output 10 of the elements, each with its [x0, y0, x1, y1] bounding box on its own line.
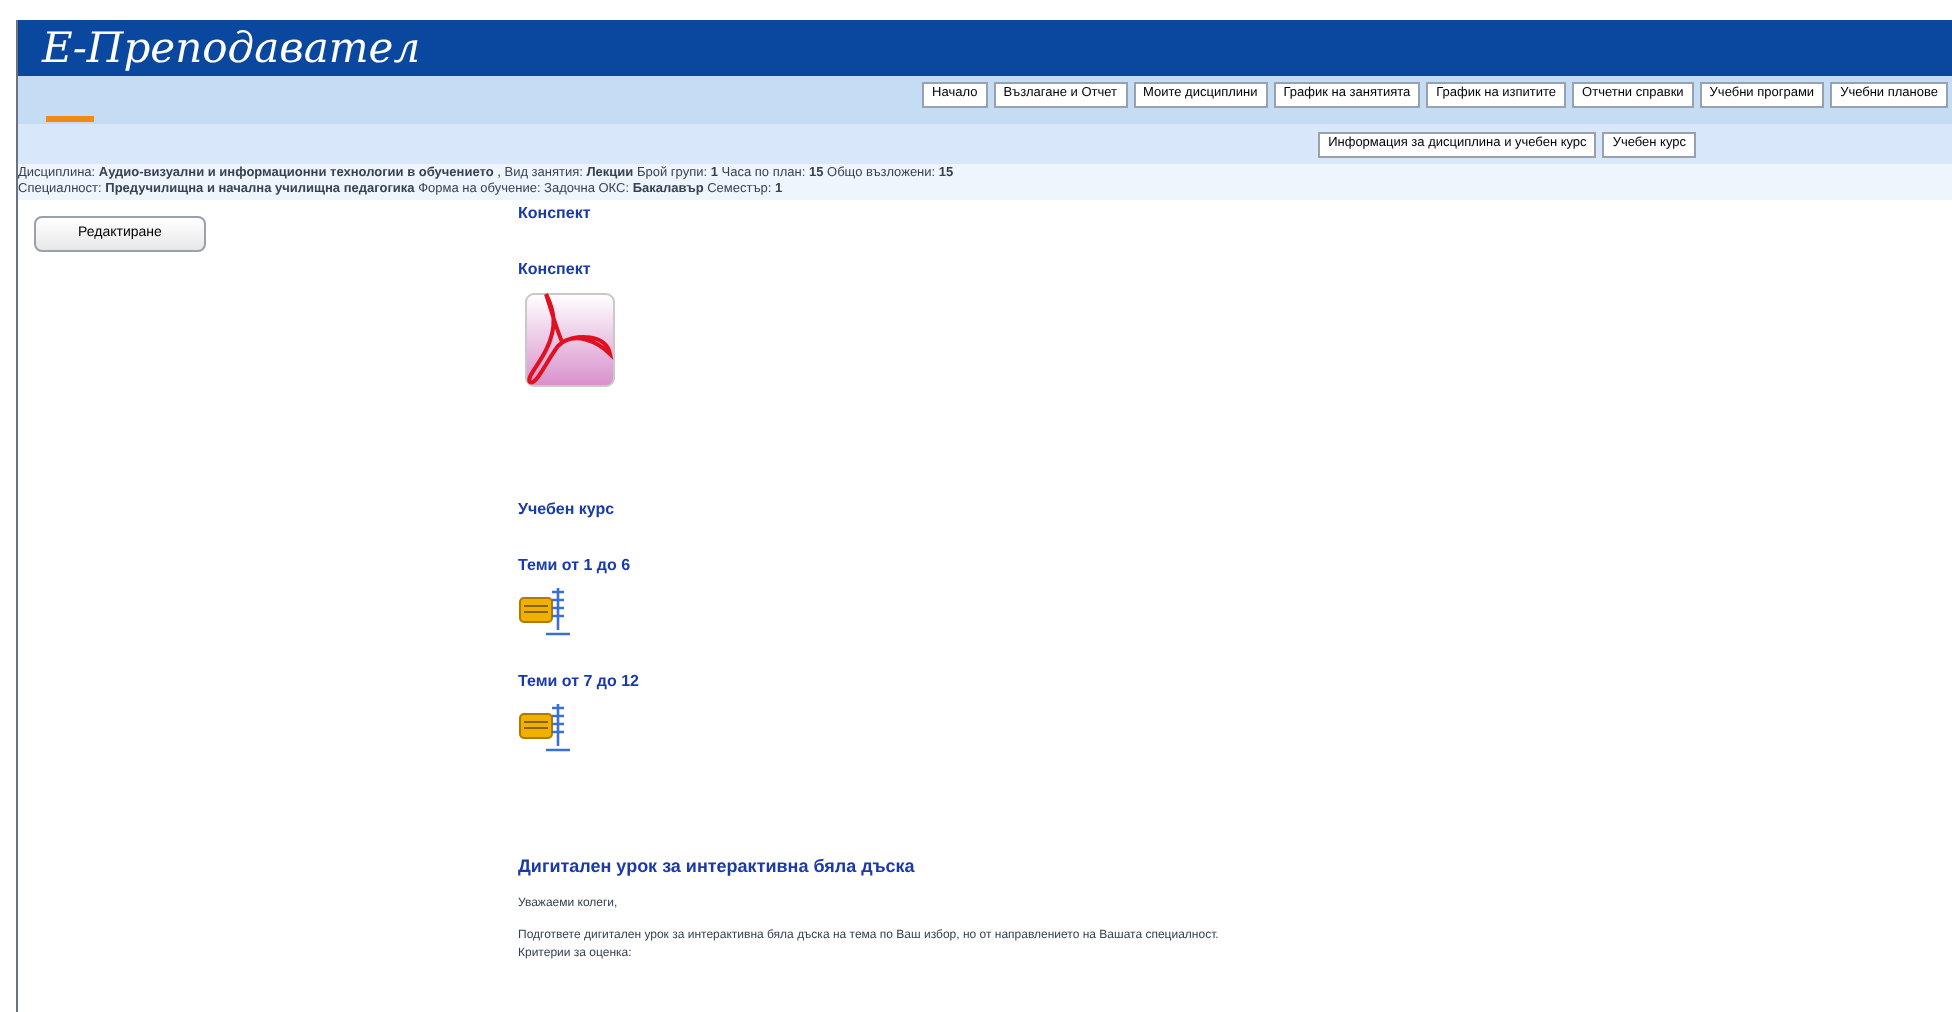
resource-link[interactable]: Конспект: [518, 258, 1219, 282]
zip-archive-icon[interactable]: [518, 702, 574, 754]
resource-link[interactable]: Теми от 1 до 6: [518, 554, 1219, 578]
zip-archive-icon[interactable]: [518, 586, 574, 638]
resource-link[interactable]: Теми от 7 до 12: [518, 670, 1219, 694]
section-heading: Дигитален урок за интерактивна бяла дъска: [518, 854, 917, 880]
active-tab-indicator: [46, 116, 94, 122]
site-logo[interactable]: Е-Преподавател: [42, 27, 421, 69]
section-title: Конспект: [518, 202, 593, 226]
section-title: Учебен курс: [518, 498, 617, 522]
